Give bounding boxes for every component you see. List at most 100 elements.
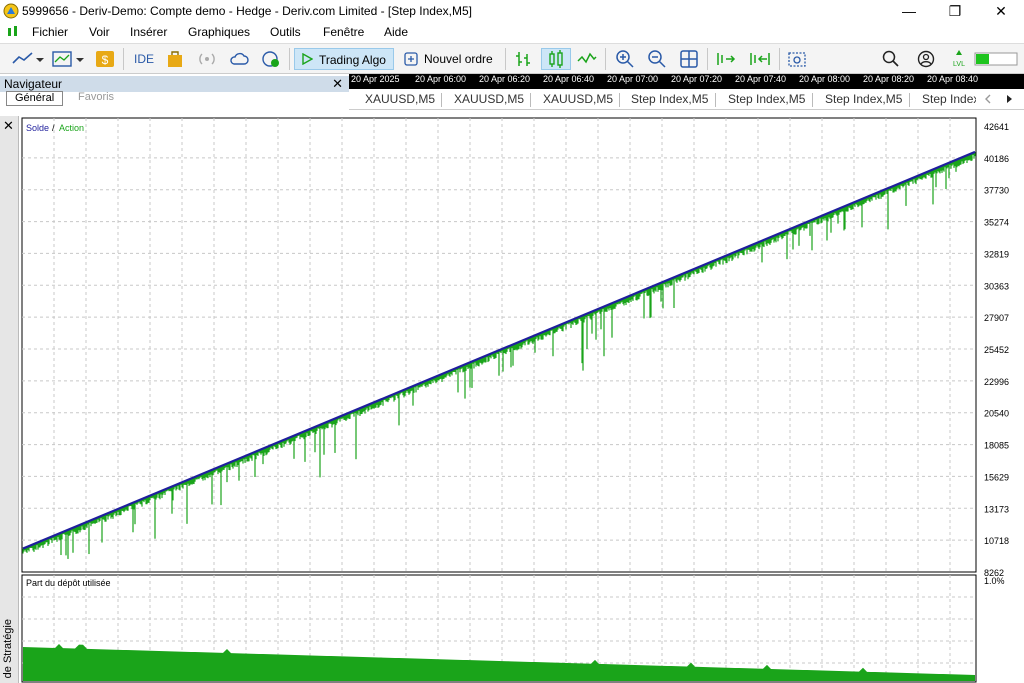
tile-windows-button[interactable] [678,48,700,70]
ide-button[interactable]: IDE [130,48,158,70]
market-bag-button[interactable] [164,48,186,70]
play-icon [302,53,313,65]
scroll-shift-button[interactable] [714,48,738,70]
signals-button[interactable] [196,48,218,70]
navigator-title: Navigateur [4,77,63,91]
menu-voir[interactable]: Voir [89,25,110,39]
deposit-load-plot-area [21,574,977,683]
zoom-out-icon [648,50,666,68]
maximize-button[interactable]: ❐ [932,0,978,23]
market-button[interactable]: $ [94,48,116,70]
time-label: 20 Apr 08:40 [927,74,979,84]
time-label: 20 Apr 2025 [351,74,400,84]
time-label: 20 Apr 07:00 [607,74,659,84]
time-label: 20 Apr 07:20 [671,74,723,84]
chart-icon[interactable] [6,25,20,39]
menu-aide[interactable]: Aide [384,25,408,39]
menu-inserer[interactable]: Insérer [130,25,167,39]
y-tick-label: 13173 [984,504,1009,514]
time-label: 20 Apr 06:20 [479,74,531,84]
chart-shift-icon [717,53,736,65]
svg-text:$: $ [102,53,109,67]
menu-outils[interactable]: Outils [270,25,301,39]
autoscroll-button[interactable] [747,48,771,70]
time-label: 20 Apr 07:40 [735,74,787,84]
menu-fichier[interactable]: Fichier [32,25,68,39]
trading-algo-label: Trading Algo [319,53,386,67]
menu-bar: Fichier Voir Insérer Graphiques Outils F… [0,23,1024,43]
autoscroll-icon [750,53,770,65]
level-icon: LVL [953,50,965,68]
chart-tab[interactable]: XAUUSD,M5 [454,92,524,106]
tab-scroll-right-icon[interactable] [1004,94,1014,104]
chart-tab[interactable]: Step Index,M5 [825,92,902,106]
vps-button[interactable] [228,48,250,70]
y-tick-label: 35274 [984,218,1009,228]
user-icon [917,50,935,68]
menu-graphiques[interactable]: Graphiques [188,25,250,39]
y-tick-label: 10718 [984,536,1009,546]
line-chart-button[interactable] [576,48,598,70]
search-button[interactable] [880,48,902,70]
menu-fenetre[interactable]: Fenêtre [323,25,364,39]
toolbar-separator [505,48,506,70]
grid-icon [680,50,698,68]
minimize-button[interactable]: — [886,0,932,23]
window-title: 5999656 - Deriv-Demo: Compte demo - Hedg… [22,4,472,18]
chart-tab[interactable]: Step Index,M5 [631,92,708,106]
time-label: 20 Apr 08:00 [799,74,851,84]
navigator-tab-general[interactable]: Général [6,91,64,106]
balance-chart: 42641 40186 37730 35274 32819 30363 27907 25452… [21,117,1009,683]
tab-separator [909,93,910,107]
bar-chart-button[interactable] [512,48,534,70]
chart-tab[interactable]: XAUUSD,M5 [543,92,613,106]
tab-separator [812,93,813,107]
y-tick-label: 40186 [984,154,1009,164]
strategy-vertical-label: de Stratégie [2,618,14,678]
candlestick-icon [549,50,563,68]
chart-tab[interactable]: Step Index,M5 [728,92,805,106]
time-label: 20 Apr 08:20 [863,74,915,84]
strategy-tester-sidebar: ✕ de Stratégie [0,116,19,683]
strategy-close-button[interactable]: ✕ [3,118,14,134]
app-logo-icon [3,3,19,19]
toolbar-separator [779,48,780,70]
y-tick-label: 25452 [984,345,1009,355]
shopping-bag-icon [168,51,182,67]
search-icon [882,50,899,67]
bar-chart-icon [516,52,530,66]
chart-tab[interactable]: XAUUSD,M5 [365,92,435,106]
new-order-button[interactable]: Nouvel ordre [400,48,498,70]
chart-template-icon [52,51,84,67]
cloud-icon [230,52,249,65]
level-button[interactable]: LVL [949,48,969,70]
zoom-in-button[interactable] [614,48,636,70]
deposit-load-title: Part du dépôt utilisée [26,578,111,588]
close-button[interactable]: ✕ [978,0,1024,23]
screenshot-button[interactable] [786,48,808,70]
line-chart-dropdown[interactable] [10,48,46,70]
toolbar-separator [123,48,124,70]
y-tick-label: 27907 [984,313,1009,323]
plot-frame [21,117,977,573]
radio-signal-icon [199,53,215,65]
plus-document-icon [404,52,418,66]
account-button[interactable] [915,48,937,70]
line-icon [577,52,597,64]
time-axis: 20 Apr 2025 20 Apr 06:00 20 Apr 06:20 20… [349,74,1024,89]
trading-algo-button[interactable]: Trading Algo [294,48,394,70]
zoom-out-button[interactable] [646,48,668,70]
tab-scroll-left-icon[interactable] [983,94,993,104]
community-button[interactable] [260,48,282,70]
chart-tab[interactable]: Step Index [922,92,976,106]
line-chart-icon [12,52,44,64]
time-label: 20 Apr 06:00 [415,74,467,84]
globe-icon [262,51,279,67]
candlestick-button[interactable] [541,48,571,70]
navigator-close-button[interactable]: ✕ [332,76,343,92]
legend-balance: Solde [26,123,49,133]
toolbar: $ IDE Trading Algo Nouvel ordre LVL [0,43,1024,74]
chart-tabs: XAUUSD,M5 XAUUSD,M5 XAUUSD,M5 Step Index… [349,89,1024,110]
chart-template-dropdown[interactable] [50,48,86,70]
navigator-tab-favorites[interactable]: Favoris [70,91,122,106]
